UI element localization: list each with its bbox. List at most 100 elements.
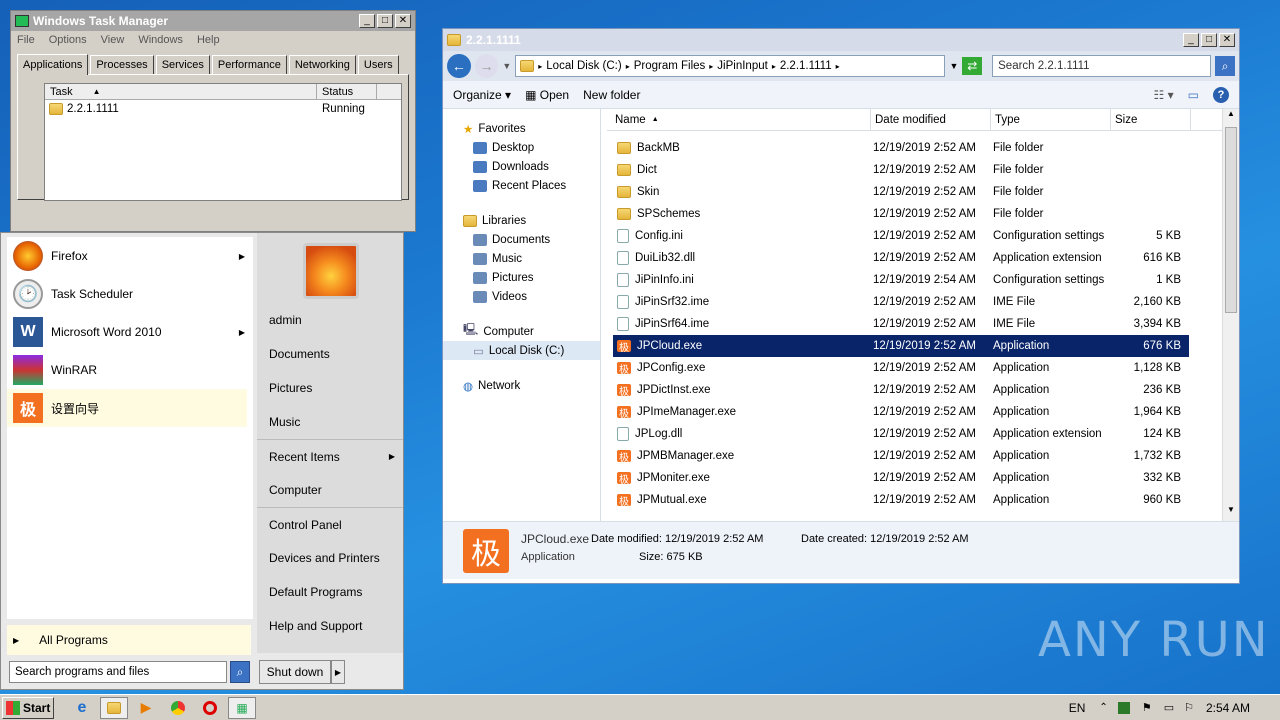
file-row[interactable]: Dict 12/19/2019 2:52 AM File folder <box>613 159 1189 181</box>
tab-applications[interactable]: Applications <box>17 54 89 75</box>
file-row[interactable]: 极 JPImeManager.exe 12/19/2019 2:52 AM Appli… <box>613 401 1189 423</box>
show-hidden-icons-icon[interactable]: ⌃ <box>1099 702 1107 713</box>
column-task[interactable]: Task ▲ <box>45 84 317 99</box>
start-program-item[interactable]: W Microsoft Word 2010 ▶ <box>7 313 253 351</box>
refresh-icon[interactable]: ⇄ <box>962 57 983 75</box>
close-button[interactable]: ✕ <box>395 14 411 28</box>
start-place-admin[interactable]: admin <box>257 303 403 337</box>
file-row[interactable]: 极 JPDictInst.exe 12/19/2019 2:52 AM Applica… <box>613 379 1189 401</box>
minimize-button[interactable]: _ <box>359 14 375 28</box>
media-player-icon[interactable]: ▶ <box>132 697 160 719</box>
file-row[interactable]: Skin 12/19/2019 2:52 AM File folder <box>613 181 1189 203</box>
chrome-icon[interactable] <box>164 697 192 719</box>
ie-icon[interactable]: e <box>68 697 96 719</box>
column-name[interactable]: Name ▲ <box>607 109 871 130</box>
maximize-button[interactable]: □ <box>1201 33 1217 47</box>
menu-file[interactable]: File <box>17 34 35 46</box>
start-place-default-programs[interactable]: Default Programs <box>257 575 403 609</box>
tab-services[interactable]: Services <box>155 55 210 74</box>
search-icon[interactable]: ⌕ <box>1215 56 1235 76</box>
start-program-item[interactable]: 🕑 Task Scheduler <box>7 275 253 313</box>
column-status[interactable]: Status <box>317 84 377 99</box>
tab-networking[interactable]: Networking <box>288 55 356 74</box>
nav-recent-places[interactable]: Recent Places <box>443 176 600 195</box>
breadcrumb-arrow-icon[interactable]: ▸ <box>772 62 776 71</box>
vertical-scrollbar[interactable]: ▲ ▼ <box>1222 109 1239 521</box>
start-place-control-panel[interactable]: Control Panel <box>257 507 403 541</box>
nav-documents[interactable]: Documents <box>443 230 600 249</box>
file-row[interactable]: BackMB 12/19/2019 2:52 AM File folder <box>613 137 1189 159</box>
chevron-down-icon[interactable]: ▼ <box>502 61 511 71</box>
column-type[interactable]: Type <box>991 109 1111 130</box>
address-dropdown-icon[interactable]: ▼ <box>949 61 958 71</box>
search-icon[interactable]: ⌕ <box>230 661 250 683</box>
file-row[interactable]: Config.ini 12/19/2019 2:52 AM Configuratio… <box>613 225 1189 247</box>
column-date[interactable]: Date modified <box>871 109 991 130</box>
task-row[interactable]: 2.2.1.1111 Running <box>45 100 401 118</box>
nav-desktop[interactable]: Desktop <box>443 138 600 157</box>
nav-libraries[interactable]: Libraries <box>443 211 600 230</box>
file-row[interactable]: JiPinSrf32.ime 12/19/2019 2:52 AM IME File… <box>613 291 1189 313</box>
tab-users[interactable]: Users <box>357 55 399 74</box>
forward-button[interactable]: → <box>474 54 499 78</box>
view-options-icon[interactable]: ☷ ▾ <box>1154 88 1174 102</box>
minimize-button[interactable]: _ <box>1183 33 1199 47</box>
open-button[interactable]: ▦ Open <box>525 88 569 102</box>
nav-network[interactable]: ◍ Network <box>443 376 600 395</box>
new-folder-button[interactable]: New folder <box>583 88 640 102</box>
preview-pane-icon[interactable]: ▭ <box>1188 88 1199 102</box>
breadcrumb-item[interactable]: 2.2.1.1111 <box>780 60 832 72</box>
explorer-taskbar-icon[interactable] <box>100 696 128 719</box>
file-row[interactable]: 极 JPConfig.exe 12/19/2019 2:52 AM Applicati… <box>613 357 1189 379</box>
start-place-help-and-support[interactable]: Help and Support <box>257 609 403 643</box>
shutdown-options-button[interactable]: ▶ <box>331 660 345 684</box>
breadcrumb-arrow-icon[interactable]: ▸ <box>836 62 840 71</box>
explorer-titlebar[interactable]: 2.2.1.1111 _ □ ✕ <box>443 29 1239 51</box>
breadcrumb-item[interactable]: Local Disk (C:) <box>546 60 621 72</box>
start-program-item[interactable]: WinRAR <box>7 351 253 389</box>
tab-processes[interactable]: Processes <box>90 55 154 74</box>
file-row[interactable]: 极 JPMBManager.exe 12/19/2019 2:52 AM Applic… <box>613 445 1189 467</box>
maximize-button[interactable]: □ <box>377 14 393 28</box>
close-button[interactable]: ✕ <box>1219 33 1235 47</box>
nav-local-disk[interactable]: ▭ Local Disk (C:) <box>443 341 600 360</box>
start-place-computer[interactable]: Computer <box>257 473 403 507</box>
opera-icon[interactable] <box>196 697 224 719</box>
battery-icon[interactable]: ▭ <box>1164 701 1174 714</box>
breadcrumb[interactable]: ▸ Local Disk (C:) ▸ Program Files ▸ JiPinInpu… <box>515 55 946 77</box>
file-row[interactable]: 极 JPMoniter.exe 12/19/2019 2:52 AM Applicat… <box>613 467 1189 489</box>
file-row[interactable]: SPSchemes 12/19/2019 2:52 AM File folder <box>613 203 1189 225</box>
clock[interactable]: 2:54 AM <box>1206 701 1250 715</box>
start-place-pictures[interactable]: Pictures <box>257 371 403 405</box>
file-row[interactable]: JiPinSrf64.ime 12/19/2019 2:52 AM IME File… <box>613 313 1189 335</box>
shutdown-button[interactable]: Shut down <box>259 660 331 684</box>
tray-app-icon[interactable] <box>1117 701 1130 714</box>
tab-performance[interactable]: Performance <box>211 55 287 74</box>
action-center-icon[interactable]: ⚑ <box>1142 701 1152 714</box>
menu-help[interactable]: Help <box>197 34 220 46</box>
task-manager-taskbar-icon[interactable]: ▦ <box>228 696 256 719</box>
language-indicator[interactable]: EN <box>1069 701 1086 715</box>
start-search-input[interactable]: Search programs and files <box>9 661 227 683</box>
start-place-documents[interactable]: Documents <box>257 337 403 371</box>
breadcrumb-arrow-icon[interactable]: ▸ <box>538 62 542 71</box>
help-icon[interactable]: ? <box>1213 86 1229 103</box>
breadcrumb-item[interactable]: Program Files <box>634 60 706 72</box>
nav-computer[interactable]: 🖳 Computer <box>443 322 600 341</box>
nav-pictures[interactable]: Pictures <box>443 268 600 287</box>
start-place-recent-items[interactable]: Recent Items ▶ <box>257 439 403 473</box>
breadcrumb-item[interactable]: JiPinInput <box>717 60 768 72</box>
organize-button[interactable]: Organize ▾ <box>453 88 511 102</box>
menu-windows[interactable]: Windows <box>138 34 183 46</box>
search-input[interactable]: Search 2.2.1.1111 <box>992 55 1212 77</box>
breadcrumb-arrow-icon[interactable]: ▸ <box>709 62 713 71</box>
nav-downloads[interactable]: Downloads <box>443 157 600 176</box>
back-button[interactable]: ← <box>447 54 471 78</box>
task-manager-titlebar[interactable]: Windows Task Manager _ □ ✕ <box>11 11 415 31</box>
flag-icon[interactable]: ⚐ <box>1184 701 1194 714</box>
menu-options[interactable]: Options <box>49 34 87 46</box>
file-row[interactable]: 极 JPCloud.exe 12/19/2019 2:52 AM Applicatio… <box>613 335 1189 357</box>
scrollbar-thumb[interactable] <box>1225 127 1237 313</box>
breadcrumb-arrow-icon[interactable]: ▸ <box>626 62 630 71</box>
start-program-item[interactable]: 极设置向导 <box>7 389 247 427</box>
